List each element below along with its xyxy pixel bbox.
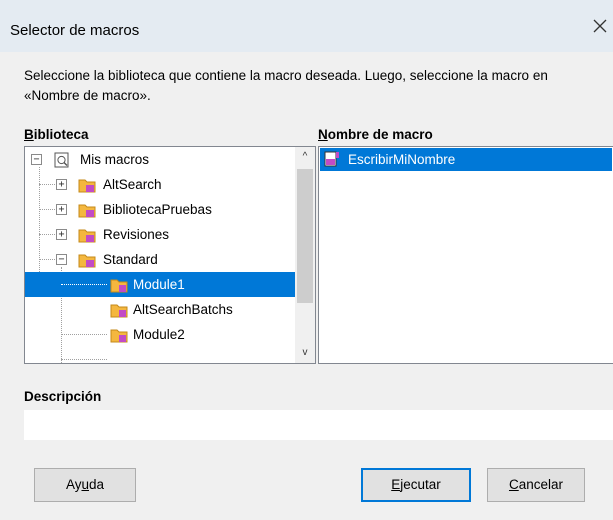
expand-icon[interactable]: + [56, 229, 67, 240]
title-bar: Selector de macros [0, 0, 613, 52]
collapse-icon[interactable]: − [31, 154, 42, 165]
tree-item-label: BibliotecaPruebas [103, 202, 212, 217]
description-label: Descripción [24, 389, 102, 404]
cancel-button[interactable]: Cancelar [487, 468, 585, 502]
library-tree[interactable]: − Mis macros + AltSearch + BibliotecaPru… [24, 146, 316, 364]
expand-icon[interactable]: + [56, 204, 67, 215]
tree-item-mis-macros[interactable]: − Mis macros [25, 147, 295, 172]
close-icon[interactable] [591, 17, 609, 35]
scrollbar-thumb[interactable] [297, 169, 313, 303]
folder-icon [78, 204, 96, 218]
macro-icon [324, 151, 339, 167]
help-button[interactable]: Ayuda [34, 468, 136, 502]
tree-item-altsearchbatchs[interactable]: AltSearchBatchs [25, 297, 295, 322]
scroll-down-icon[interactable]: v [295, 343, 315, 363]
module-icon [110, 329, 128, 343]
window-title: Selector de macros [10, 22, 140, 39]
collapse-icon[interactable]: − [56, 254, 67, 265]
tree-line [61, 284, 107, 285]
folder-icon [78, 254, 96, 268]
tree-item-standard[interactable]: − Standard [25, 247, 295, 272]
macro-list[interactable]: EscribirMiNombre [318, 146, 613, 364]
module-icon [110, 304, 128, 318]
tree-item-module2[interactable]: Module2 [25, 322, 295, 347]
macro-name-label: Nombre de macro [318, 127, 433, 142]
tree-item-label: Module2 [133, 327, 185, 342]
tree-item-revisiones[interactable]: + Revisiones [25, 222, 295, 247]
tree-scrollbar[interactable]: ^ v [295, 147, 315, 363]
macro-item-label: EscribirMiNombre [348, 152, 456, 167]
scroll-up-icon[interactable]: ^ [295, 147, 315, 167]
library-label: Biblioteca [24, 127, 89, 142]
tree-item-label: Revisiones [103, 227, 170, 242]
macro-container-icon [54, 152, 69, 168]
tree-item-label: AltSearch [103, 177, 162, 192]
expand-icon[interactable]: + [56, 179, 67, 190]
tree-item-altsearch[interactable]: + AltSearch [25, 172, 295, 197]
tree-line [61, 359, 107, 360]
folder-icon [78, 179, 96, 193]
folder-icon [78, 229, 96, 243]
macro-item-escribirminombre[interactable]: EscribirMiNombre [320, 148, 612, 171]
tree-item-module1[interactable]: Module1 [25, 272, 295, 297]
tree-item-label: Standard [103, 252, 158, 267]
tree-item-label: AltSearchBatchs [133, 302, 233, 317]
instruction-text: Seleccione la biblioteca que contiene la… [24, 68, 548, 103]
tree-item-bibliotecapruebas[interactable]: + BibliotecaPruebas [25, 197, 295, 222]
tree-item-label: Mis macros [80, 152, 150, 167]
module-icon [110, 279, 128, 293]
run-button[interactable]: Ejecutar [361, 468, 471, 502]
description-field [24, 410, 613, 440]
tree-item-label: Module1 [133, 277, 185, 292]
